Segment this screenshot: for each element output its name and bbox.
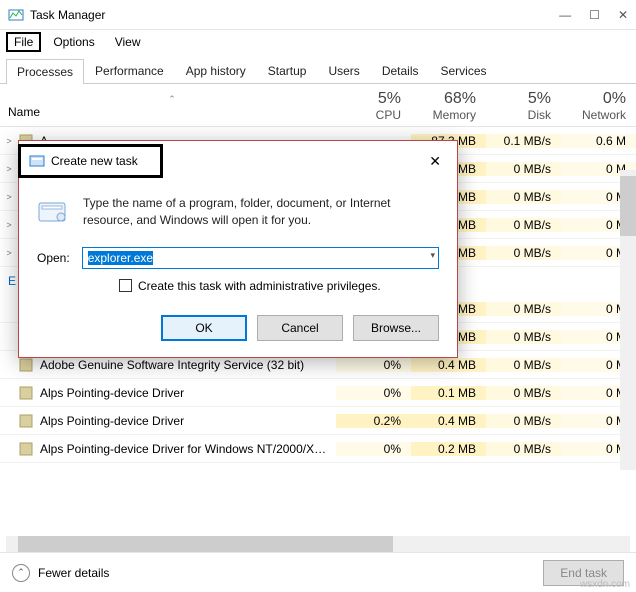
- expand-icon[interactable]: >: [0, 192, 18, 202]
- expand-icon[interactable]: >: [0, 164, 18, 174]
- window-title: Task Manager: [30, 8, 559, 22]
- tab-startup[interactable]: Startup: [257, 58, 318, 83]
- column-network[interactable]: 0% Network: [561, 90, 636, 122]
- maximize-button[interactable]: ☐: [589, 8, 600, 22]
- cell-disk: 0 MB/s: [486, 358, 561, 372]
- open-input[interactable]: [82, 247, 439, 269]
- cell-disk: 0 MB/s: [486, 218, 561, 232]
- cell-memory: 0.4 MB: [411, 414, 486, 428]
- tab-app-history[interactable]: App history: [175, 58, 257, 83]
- cell-cpu: 0.2%: [336, 414, 411, 428]
- table-row[interactable]: Alps Pointing-device Driver for Windows …: [0, 435, 636, 463]
- tab-details[interactable]: Details: [371, 58, 430, 83]
- cell-disk: 0 MB/s: [486, 442, 561, 456]
- tab-users[interactable]: Users: [317, 58, 370, 83]
- cell-disk: 0 MB/s: [486, 330, 561, 344]
- cell-disk: 0 MB/s: [486, 246, 561, 260]
- menu-file[interactable]: File: [6, 32, 41, 52]
- sort-indicator-icon: ⌃: [8, 94, 336, 105]
- cell-network: 0.6 M: [561, 134, 636, 148]
- process-icon: [18, 441, 34, 457]
- admin-checkbox[interactable]: [119, 279, 132, 292]
- task-manager-icon: [8, 7, 24, 23]
- column-name[interactable]: Name: [8, 105, 336, 119]
- process-icon: [18, 357, 34, 373]
- expand-icon[interactable]: >: [0, 136, 18, 146]
- tab-services[interactable]: Services: [430, 58, 498, 83]
- browse-button[interactable]: Browse...: [353, 315, 439, 341]
- table-row[interactable]: Alps Pointing-device Driver0.2%0.4 MB0 M…: [0, 407, 636, 435]
- cell-disk: 0 MB/s: [486, 190, 561, 204]
- tab-processes[interactable]: Processes: [6, 59, 84, 84]
- process-icon: [18, 385, 34, 401]
- process-name: Adobe Genuine Software Integrity Service…: [40, 358, 336, 372]
- expand-icon[interactable]: >: [0, 248, 18, 258]
- process-name: Alps Pointing-device Driver for Windows …: [40, 442, 336, 456]
- cell-cpu: 0%: [336, 358, 411, 372]
- tab-bar: Processes Performance App history Startu…: [0, 54, 636, 84]
- open-label: Open:: [37, 251, 70, 265]
- vertical-scrollbar[interactable]: [620, 170, 636, 470]
- cell-memory: 0.4 MB: [411, 358, 486, 372]
- cell-disk: 0 MB/s: [486, 162, 561, 176]
- process-name: Alps Pointing-device Driver: [40, 414, 336, 428]
- admin-label: Create this task with administrative pri…: [138, 279, 381, 293]
- cell-cpu: 0%: [336, 386, 411, 400]
- close-button[interactable]: ✕: [618, 8, 628, 22]
- run-dialog-icon: [29, 153, 45, 169]
- tab-performance[interactable]: Performance: [84, 58, 175, 83]
- cell-memory: 0.1 MB: [411, 386, 486, 400]
- cell-memory: 0.2 MB: [411, 442, 486, 456]
- process-name: Alps Pointing-device Driver: [40, 386, 336, 400]
- cell-disk: 0 MB/s: [486, 302, 561, 316]
- dialog-message: Type the name of a program, folder, docu…: [83, 195, 439, 229]
- watermark: wsxdn.com: [580, 579, 630, 590]
- cell-disk: 0 MB/s: [486, 414, 561, 428]
- cell-disk: 0 MB/s: [486, 386, 561, 400]
- cell-disk: 0.1 MB/s: [486, 134, 561, 148]
- ok-button[interactable]: OK: [161, 315, 247, 341]
- dialog-close-button[interactable]: ✕: [421, 153, 449, 170]
- cell-cpu: 0%: [336, 442, 411, 456]
- process-icon: [18, 413, 34, 429]
- column-memory[interactable]: 68% Memory: [411, 90, 486, 122]
- horizontal-scrollbar[interactable]: [6, 536, 630, 552]
- create-new-task-dialog: Create new task ✕ Type the name of a pro…: [18, 140, 458, 358]
- menu-options[interactable]: Options: [45, 32, 102, 52]
- dialog-title: Create new task: [51, 154, 138, 168]
- column-cpu[interactable]: 5% CPU: [336, 90, 411, 122]
- table-row[interactable]: Alps Pointing-device Driver0%0.1 MB0 MB/…: [0, 379, 636, 407]
- expand-icon[interactable]: >: [0, 220, 18, 230]
- chevron-up-icon: ⌃: [12, 564, 30, 582]
- fewer-details-button[interactable]: ⌃ Fewer details: [12, 564, 543, 582]
- menu-view[interactable]: View: [107, 32, 149, 52]
- cancel-button[interactable]: Cancel: [257, 315, 343, 341]
- chevron-down-icon[interactable]: ▾: [430, 250, 435, 261]
- run-program-icon: [37, 195, 69, 227]
- column-disk[interactable]: 5% Disk: [486, 90, 561, 122]
- minimize-button[interactable]: —: [559, 8, 571, 22]
